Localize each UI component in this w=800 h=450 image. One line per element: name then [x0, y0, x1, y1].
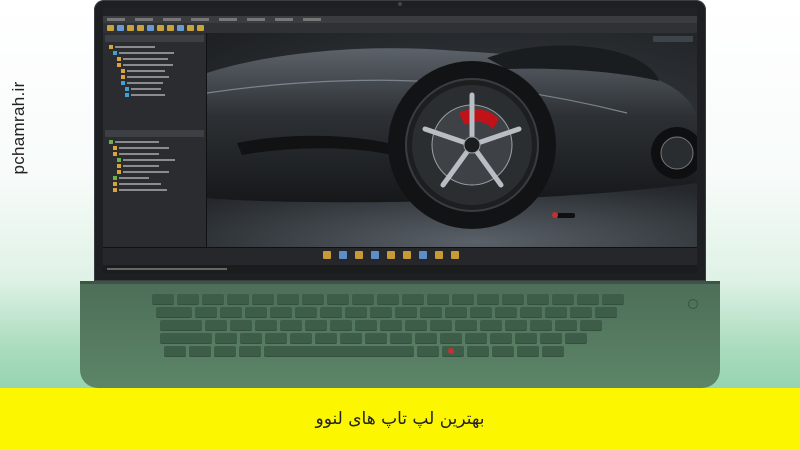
- caption-banner: بهترین لپ تاپ های لنوو: [0, 388, 800, 450]
- timeline-bar: [103, 247, 697, 266]
- watermark: pchamrah.ir: [4, 28, 34, 228]
- sports-car-render: [207, 45, 697, 247]
- laptop-lid: [94, 0, 706, 281]
- app-title-bar: [103, 8, 697, 16]
- viewport-control: [653, 36, 693, 42]
- app-toolbar: [103, 23, 697, 33]
- scene-graph-panel: [103, 33, 207, 247]
- keyboard: [152, 294, 648, 366]
- laptop-hinge: [80, 281, 720, 284]
- status-bar: [103, 265, 697, 273]
- watermark-text: pchamrah.ir: [9, 81, 28, 175]
- render-viewport: [207, 33, 697, 247]
- trackpoint-icon: [448, 348, 454, 354]
- app-menu-bar: [103, 16, 697, 23]
- laptop-keyboard-deck: [80, 281, 720, 388]
- caption-text: بهترین لپ تاپ های لنوو: [315, 409, 485, 429]
- power-button-icon: [688, 299, 698, 309]
- laptop-screen: [103, 8, 697, 273]
- timeline-tools: [323, 251, 459, 259]
- webcam-icon: [398, 2, 402, 6]
- panel-header: [105, 35, 204, 42]
- laptop: [80, 0, 720, 388]
- panel-header: [105, 130, 204, 137]
